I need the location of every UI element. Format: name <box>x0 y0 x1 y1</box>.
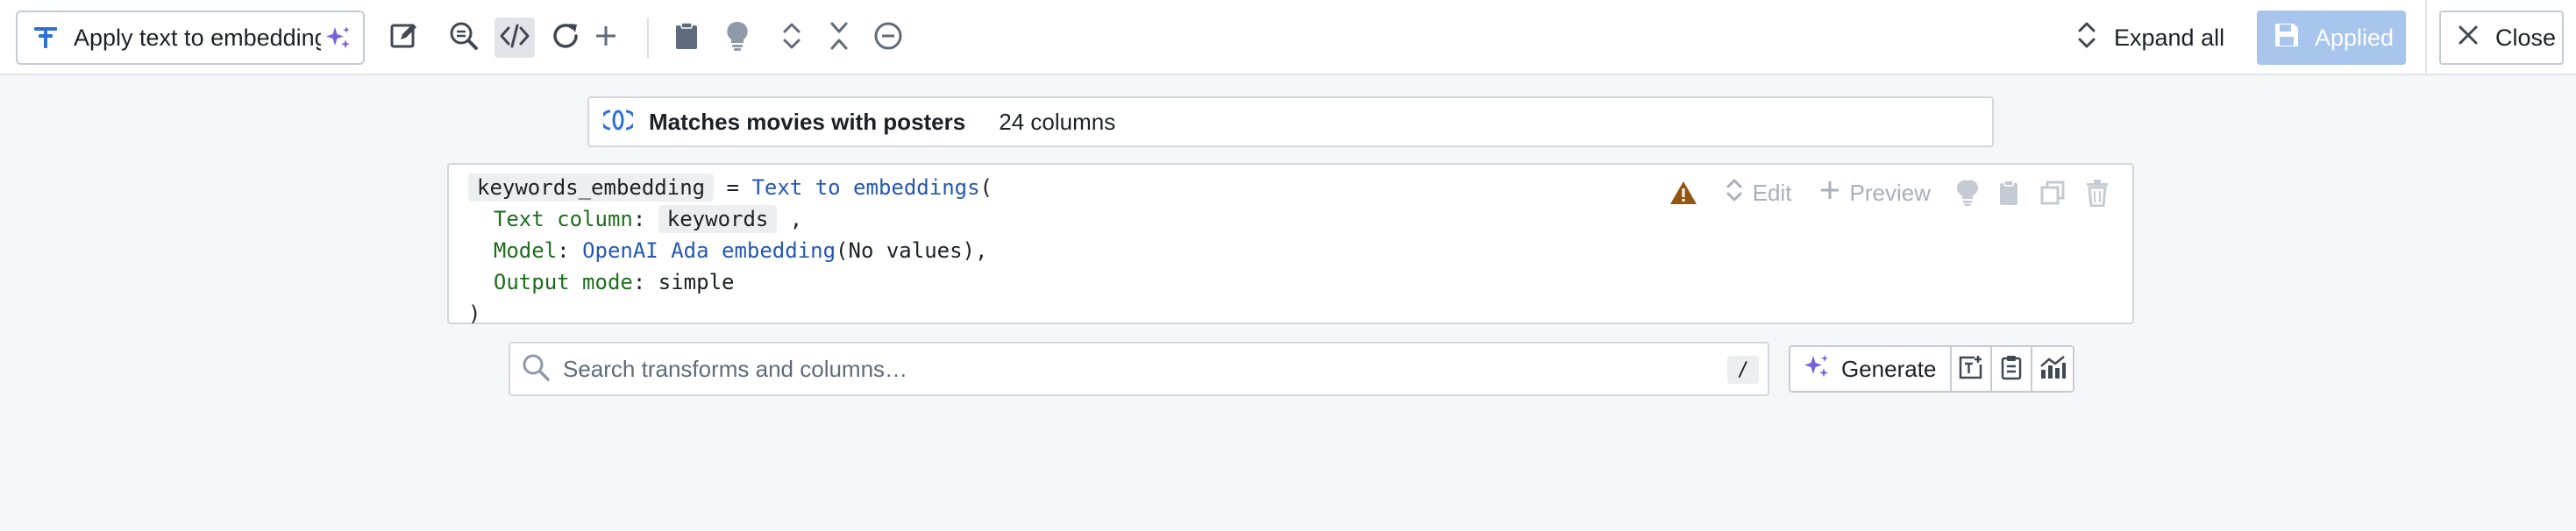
warning-icon[interactable] <box>1669 180 1698 206</box>
trash-icon[interactable] <box>2085 179 2110 207</box>
top-toolbar: Apply text to embeddings Expand all Appl… <box>0 0 2576 75</box>
preview-button[interactable]: Preview <box>1818 179 1931 208</box>
function-name: Text to embeddings <box>751 175 980 200</box>
search-input[interactable] <box>563 355 1703 383</box>
suggestion-button[interactable] <box>717 18 758 58</box>
close-icon <box>2457 24 2480 53</box>
output-mode-value: simple <box>658 270 735 294</box>
model-label: Model <box>493 238 558 263</box>
equals-sign: = <box>714 175 752 200</box>
expand-button[interactable] <box>772 18 812 58</box>
search-icon <box>521 352 551 386</box>
expand-all-button[interactable]: Expand all <box>2065 14 2235 61</box>
transform-title-field[interactable]: Apply text to embeddings <box>16 11 365 65</box>
minus-circle-icon <box>873 21 903 55</box>
close-label: Close <box>2495 24 2557 51</box>
chevron-up-down-icon <box>1725 177 1744 209</box>
shortcut-hint: / <box>1727 356 1759 384</box>
model-args: (No values), <box>836 238 988 263</box>
plus-icon <box>1818 179 1841 208</box>
dataset-column-count: 24 columns <box>999 108 1116 135</box>
text-box-add-icon <box>1958 354 1984 385</box>
model-value: OpenAI Ada embedding <box>582 238 836 263</box>
text-column-label: Text column <box>493 207 633 231</box>
plus-icon <box>593 23 619 53</box>
transform-code: keywords_embedding = Text to embeddings(… <box>468 173 993 326</box>
generate-button[interactable]: Generate <box>1790 347 1953 391</box>
paste-transform-button[interactable] <box>1992 347 2033 391</box>
clipboard-icon <box>2000 354 2023 385</box>
edit-transform-button[interactable]: Edit <box>1725 177 1792 209</box>
transform-search-box[interactable]: / <box>509 342 1769 396</box>
transform-card[interactable]: keywords_embedding = Text to embeddings(… <box>447 163 2134 326</box>
edit-button[interactable] <box>384 18 424 58</box>
collapse-button[interactable] <box>819 18 859 58</box>
save-icon <box>2273 21 2301 55</box>
card-actions: Edit Preview <box>1649 175 2110 210</box>
generate-button-group: Generate <box>1789 345 2075 393</box>
close-paren: ) <box>468 301 481 326</box>
output-column-name[interactable]: keywords_embedding <box>468 173 715 202</box>
edit-label: Edit <box>1752 179 1792 206</box>
chevron-up-down-icon <box>2075 20 2098 56</box>
paste-button[interactable] <box>666 18 707 58</box>
output-mode-label: Output mode <box>493 270 633 294</box>
clipboard-icon[interactable] <box>1997 179 2020 207</box>
sparkle-icon <box>1803 352 1831 386</box>
toolbar-divider <box>647 18 649 58</box>
close-button[interactable]: Close <box>2439 11 2564 65</box>
dataset-name: Matches movies with posters <box>649 108 966 135</box>
applied-label: Applied <box>2315 24 2395 51</box>
generate-label: Generate <box>1841 355 1937 382</box>
add-button[interactable] <box>586 18 626 58</box>
dataset-icon <box>600 109 637 136</box>
sparkle-icon[interactable] <box>321 20 356 55</box>
edit-icon <box>388 20 420 56</box>
applied-button[interactable]: Applied <box>2257 11 2406 65</box>
lightbulb-icon <box>724 20 751 56</box>
refresh-icon <box>550 20 581 56</box>
refresh-button[interactable] <box>545 18 586 58</box>
duplicate-icon[interactable] <box>2039 180 2066 206</box>
search-zoom-button[interactable] <box>444 18 484 58</box>
preview-label: Preview <box>1849 179 1931 206</box>
add-text-button[interactable] <box>1952 347 1993 391</box>
remove-button[interactable] <box>868 18 908 58</box>
lightbulb-icon[interactable] <box>1957 179 1978 207</box>
code-icon <box>499 20 530 56</box>
input-dataset-header[interactable]: Matches movies with posters 24 columns <box>587 96 1994 147</box>
chart-icon <box>2039 354 2067 385</box>
chart-button[interactable] <box>2032 347 2073 391</box>
clipboard-icon <box>672 21 701 55</box>
expand-all-label: Expand all <box>2114 24 2225 51</box>
text-column-value[interactable]: keywords <box>658 205 778 233</box>
collapse-icon <box>826 20 852 56</box>
search-zoom-icon <box>448 20 480 56</box>
transform-title: Apply text to embeddings <box>74 24 321 51</box>
expand-icon <box>779 20 805 56</box>
open-paren: ( <box>979 175 993 200</box>
code-view-button[interactable] <box>495 18 535 58</box>
filter-icon <box>28 20 63 55</box>
toolbar-divider <box>2425 0 2427 75</box>
